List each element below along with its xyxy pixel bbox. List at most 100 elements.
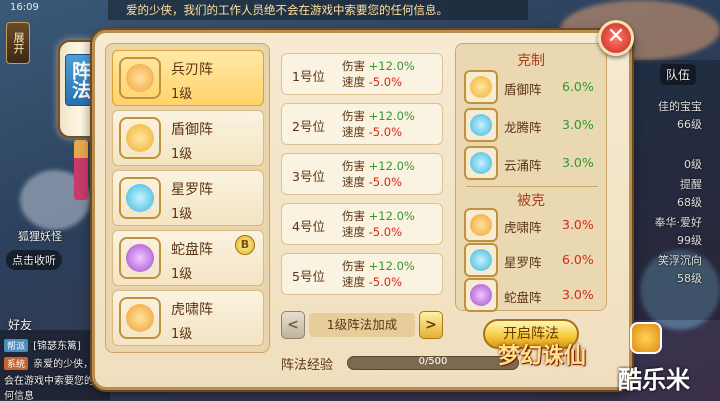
site-logo-icon [630, 322, 662, 354]
formation-level: 1级 [171, 327, 193, 342]
status-time: 16:09 [10, 2, 39, 13]
slot-position: 5号位 [292, 269, 325, 284]
sidebar-line: 提醒 [680, 178, 702, 191]
dragon-formation-icon [464, 108, 498, 142]
sidebar-line: 66级 [677, 118, 702, 131]
formation-name: 星罗阵 [171, 182, 213, 198]
bonus-prev-button[interactable]: < [281, 311, 305, 339]
experience-label: 阵法经验 [281, 358, 334, 373]
slot-row: 1号位 伤害 +12.0% 速度 -5.0% [281, 53, 443, 95]
stat-value: -5.0% [368, 75, 403, 89]
stat-value: +12.0% [368, 159, 415, 173]
tiger-formation-icon [464, 208, 498, 242]
countered-value: 3.0% [562, 287, 594, 302]
counter-name: 盾御阵 [504, 82, 542, 97]
chat-tag-guild: 帮派 [4, 339, 29, 352]
counter-item: 龙腾阵 3.0% [464, 108, 604, 142]
slot-attack: 伤害 +12.0% [342, 158, 415, 174]
sidebar-line: 0级 [684, 158, 702, 171]
slot-attack: 伤害 +12.0% [342, 258, 415, 274]
formation-level: 1级 [171, 87, 193, 102]
slot-position: 2号位 [292, 119, 325, 134]
slot-position: 1号位 [292, 69, 325, 84]
star-formation-icon [119, 177, 161, 219]
snake-formation-icon [464, 278, 498, 312]
stat-value: +12.0% [368, 109, 415, 123]
stat-label: 伤害 [342, 59, 365, 73]
countered-value: 3.0% [562, 217, 594, 232]
slot-speed: 速度 -5.0% [342, 74, 402, 90]
lantern-tassel [74, 140, 88, 200]
experience-text: 0/500 [418, 356, 448, 367]
formation-dialog: 兵刃阵 1级 盾御阵 1级 星罗阵 1级 蛇盘阵 1级 B 虎啸阵 1级 1号位… [92, 30, 632, 390]
stat-value: -5.0% [368, 125, 403, 139]
formation-badge-icon: B [235, 235, 255, 255]
stat-value: +12.0% [368, 209, 415, 223]
sidebar-line: 58级 [677, 272, 702, 285]
countered-item: 虎啸阵 3.0% [464, 208, 604, 242]
chat-line: [锦瑟东篱] [33, 341, 81, 352]
expand-button[interactable]: 展开 [6, 22, 30, 64]
counter-name: 龙腾阵 [504, 120, 542, 135]
cloud-formation-icon [464, 146, 498, 180]
chat-tag-system: 系统 [4, 357, 29, 370]
stat-label: 伤害 [342, 109, 365, 123]
tiger-formation-icon [119, 297, 161, 339]
voice-call-button[interactable]: 点击收听 [6, 250, 62, 270]
slot-position: 3号位 [292, 169, 325, 184]
countered-name: 蛇盘阵 [504, 290, 542, 305]
panel-title: 阵法 [65, 54, 95, 106]
position-slots: 1号位 伤害 +12.0% 速度 -5.0% 2号位 伤害 +12.0% 速度 … [281, 43, 443, 303]
slot-attack: 伤害 +12.0% [342, 108, 415, 124]
sidebar-line: 68级 [677, 196, 702, 209]
site-watermark: 酷乐米 [618, 366, 690, 394]
sidebar-line: 奉华·爱好 [654, 216, 703, 229]
countered-name: 星罗阵 [504, 255, 542, 270]
close-button[interactable]: ✕ [598, 20, 634, 56]
slot-row: 3号位 伤害 +12.0% 速度 -5.0% [281, 153, 443, 195]
sidebar-line: 笑浮沉向 [658, 254, 702, 267]
formation-item-star[interactable]: 星罗阵 1级 [112, 170, 264, 226]
formation-name: 盾御阵 [171, 122, 213, 138]
formation-item-tiger[interactable]: 虎啸阵 1级 [112, 290, 264, 346]
stat-label: 速度 [342, 225, 365, 239]
counter-value: 3.0% [562, 117, 594, 132]
formation-level: 1级 [171, 207, 193, 222]
slot-row: 5号位 伤害 +12.0% 速度 -5.0% [281, 253, 443, 295]
stat-value: +12.0% [368, 259, 415, 273]
slot-speed: 速度 -5.0% [342, 274, 402, 290]
level-bonus-selector: < 1级阵法加成 > [281, 311, 443, 339]
divider [466, 186, 598, 187]
formation-item-blade[interactable]: 兵刃阵 1级 [112, 50, 264, 106]
stat-label: 伤害 [342, 159, 365, 173]
game-logo: 梦幻诛仙 [498, 344, 587, 369]
stat-value: -5.0% [368, 225, 403, 239]
countered-value: 6.0% [562, 252, 594, 267]
formation-item-snake[interactable]: 蛇盘阵 1级 B [112, 230, 264, 286]
slot-attack: 伤害 +12.0% [342, 208, 415, 224]
stat-label: 速度 [342, 175, 365, 189]
tab-team[interactable]: 队伍 [660, 64, 697, 85]
countered-name: 虎啸阵 [504, 220, 542, 235]
star-formation-icon [464, 243, 498, 277]
shield-formation-icon [119, 117, 161, 159]
bonus-label: 1级阵法加成 [309, 313, 415, 337]
counter-value: 6.0% [562, 79, 594, 94]
bonus-next-button[interactable]: > [419, 311, 443, 339]
chat-line: 亲爱的少侠， [33, 359, 94, 370]
formation-level: 1级 [171, 147, 193, 162]
counter-value: 3.0% [562, 155, 594, 170]
slot-speed: 速度 -5.0% [342, 224, 402, 240]
shield-formation-icon [464, 70, 498, 104]
slot-position: 4号位 [292, 219, 325, 234]
formation-item-shield[interactable]: 盾御阵 1级 [112, 110, 264, 166]
countered-item: 蛇盘阵 3.0% [464, 278, 604, 312]
counter-item: 云涌阵 3.0% [464, 146, 604, 180]
pet-name: 狐狸妖怪 [18, 230, 62, 243]
slot-attack: 伤害 +12.0% [342, 58, 415, 74]
stat-label: 速度 [342, 75, 365, 89]
stat-label: 速度 [342, 275, 365, 289]
counter-item: 盾御阵 6.0% [464, 70, 604, 104]
counter-panel: 克制 盾御阵 6.0% 龙腾阵 3.0% 云涌阵 3.0% 被克 虎啸阵 3.0… [455, 43, 607, 312]
stat-value: +12.0% [368, 59, 415, 73]
